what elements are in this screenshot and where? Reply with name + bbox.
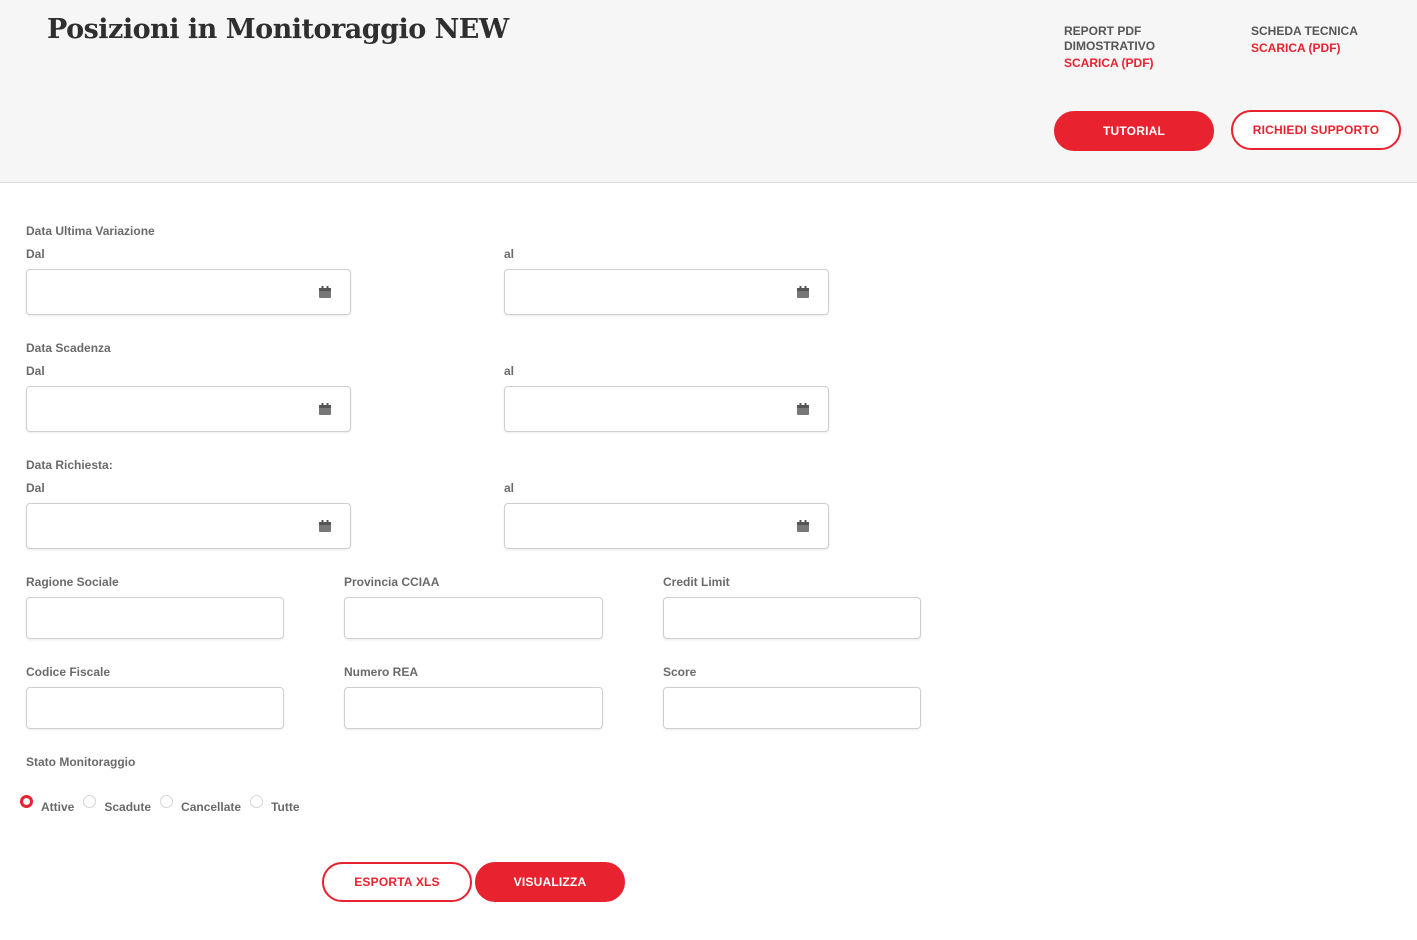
radio-button-attive[interactable] — [20, 795, 33, 808]
report-pdf-title-line1: REPORT PDF — [1064, 24, 1142, 38]
radio-option-cancellate[interactable]: Cancellate — [160, 795, 241, 814]
ultima-variazione-from-field[interactable] — [26, 269, 351, 315]
richiesta-from-input[interactable] — [27, 504, 350, 548]
scadenza-to-field[interactable] — [504, 386, 829, 432]
radio-option-attive[interactable]: Attive — [20, 795, 74, 814]
ultima-variazione-to-label: al — [504, 247, 515, 261]
score-field[interactable] — [663, 687, 921, 729]
stato-monitoraggio-label: Stato Monitoraggio — [26, 755, 136, 769]
radio-option-scadute[interactable]: Scadute — [83, 795, 151, 814]
support-button[interactable]: RICHIEDI SUPPORTO — [1231, 110, 1401, 150]
provincia-cciaa-field[interactable] — [344, 597, 603, 639]
visualizza-button[interactable]: VISUALIZZA — [475, 862, 625, 902]
radio-label-attive: Attive — [41, 800, 75, 814]
radio-button-scadute[interactable] — [83, 795, 97, 808]
ultima-variazione-from-label: Dal — [26, 247, 45, 261]
export-xls-button[interactable]: ESPORTA XLS — [322, 862, 472, 902]
ragione-sociale-input[interactable] — [27, 598, 283, 638]
richiesta-from-field[interactable] — [26, 503, 351, 549]
numero-rea-field[interactable] — [344, 687, 603, 729]
radio-label-scadute: Scadute — [104, 800, 152, 814]
richiesta-to-label: al — [504, 481, 515, 495]
codice-fiscale-label: Codice Fiscale — [26, 665, 111, 679]
ultima-variazione-to-field[interactable] — [504, 269, 829, 315]
richiesta-to-field[interactable] — [504, 503, 829, 549]
scheda-tecnica-title: SCHEDA TECNICA — [1251, 24, 1358, 38]
calendar-icon[interactable] — [318, 285, 332, 299]
codice-fiscale-field[interactable] — [26, 687, 284, 729]
ultima-variazione-to-input[interactable] — [505, 270, 828, 314]
credit-limit-label: Credit Limit — [663, 575, 730, 589]
provincia-cciaa-input[interactable] — [345, 598, 602, 638]
radio-button-tutte[interactable] — [250, 795, 264, 808]
numero-rea-label: Numero REA — [344, 665, 419, 679]
calendar-icon[interactable] — [796, 519, 810, 533]
radio-label-tutte: Tutte — [271, 800, 300, 814]
ragione-sociale-label: Ragione Sociale — [26, 575, 119, 589]
calendar-icon[interactable] — [318, 402, 332, 416]
score-label: Score — [663, 665, 697, 679]
report-pdf-download-link[interactable]: SCARICA (PDF) — [1064, 56, 1155, 71]
report-pdf-block: REPORT PDF DIMOSTRATIVO SCARICA (PDF) — [1064, 24, 1155, 71]
richiesta-to-input[interactable] — [505, 504, 828, 548]
credit-limit-field[interactable] — [663, 597, 921, 639]
codice-fiscale-input[interactable] — [27, 688, 283, 728]
radio-button-cancellate[interactable] — [160, 795, 174, 808]
scadenza-to-label: al — [504, 364, 515, 378]
report-pdf-title-line2: DIMOSTRATIVO — [1064, 39, 1156, 53]
ragione-sociale-field[interactable] — [26, 597, 284, 639]
radio-label-cancellate: Cancellate — [181, 800, 242, 814]
calendar-icon[interactable] — [796, 402, 810, 416]
stato-monitoraggio-radio-group: Attive Scadute Cancellate Tutte — [20, 795, 309, 814]
ultima-variazione-from-input[interactable] — [27, 270, 350, 314]
richiesta-from-label: Dal — [26, 481, 45, 495]
calendar-icon[interactable] — [796, 285, 810, 299]
scadenza-from-field[interactable] — [26, 386, 351, 432]
ultima-variazione-label: Data Ultima Variazione — [26, 224, 155, 238]
calendar-icon[interactable] — [318, 519, 332, 533]
scadenza-from-label: Dal — [26, 364, 45, 378]
tutorial-button[interactable]: TUTORIAL — [1054, 111, 1214, 151]
scheda-tecnica-download-link[interactable]: SCARICA (PDF) — [1251, 41, 1358, 56]
page-header: Posizioni in Monitoraggio NEW REPORT PDF… — [0, 0, 1417, 183]
page-title: Posizioni in Monitoraggio NEW — [47, 14, 509, 45]
radio-option-tutte[interactable]: Tutte — [250, 795, 300, 814]
richiesta-label: Data Richiesta: — [26, 458, 113, 472]
credit-limit-input[interactable] — [664, 598, 920, 638]
scadenza-from-input[interactable] — [27, 387, 350, 431]
provincia-cciaa-label: Provincia CCIAA — [344, 575, 440, 589]
scadenza-to-input[interactable] — [505, 387, 828, 431]
scheda-tecnica-block: SCHEDA TECNICA SCARICA (PDF) — [1251, 24, 1358, 56]
score-input[interactable] — [664, 688, 920, 728]
numero-rea-input[interactable] — [345, 688, 602, 728]
scadenza-label: Data Scadenza — [26, 341, 111, 355]
